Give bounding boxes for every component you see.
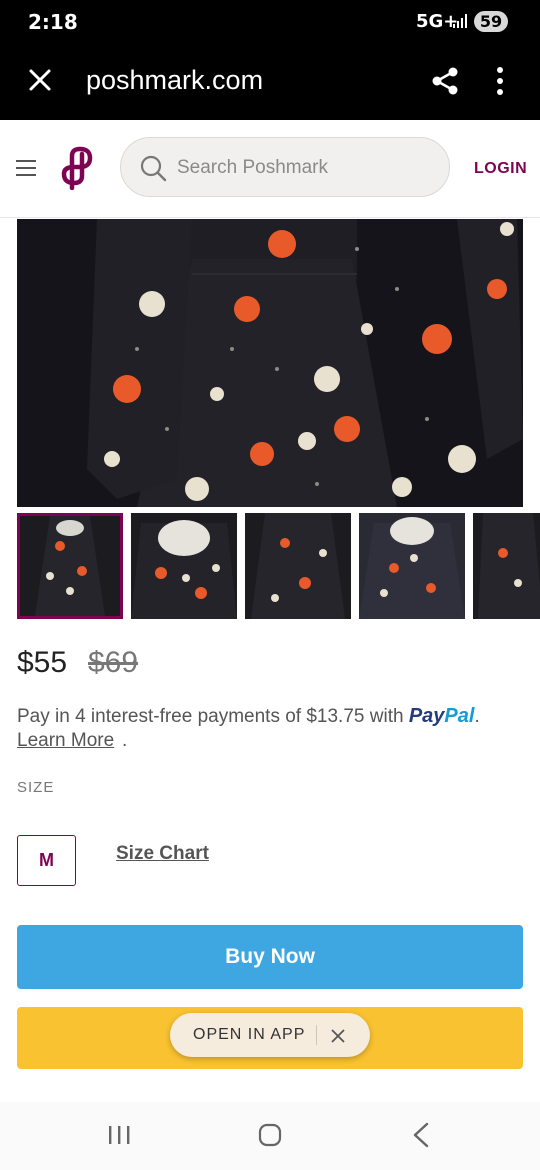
paypal-logo: PayPal [408, 705, 475, 727]
thumbnail-strip [17, 513, 540, 619]
search-icon [140, 155, 167, 182]
close-icon[interactable] [330, 1028, 346, 1044]
thumbnail-5[interactable] [473, 513, 540, 619]
search-input[interactable] [177, 152, 437, 184]
thumbnail-3[interactable] [245, 513, 351, 619]
dress-photo [17, 219, 523, 507]
back-icon[interactable] [412, 1122, 430, 1148]
browser-toolbar: poshmark.com [0, 44, 540, 120]
learn-more-period: . [122, 730, 128, 751]
learn-more-link[interactable]: Learn More [17, 730, 114, 752]
status-bar: 2:18 5G+ 59 [0, 0, 540, 44]
size-heading: SIZE [17, 779, 55, 796]
search-box[interactable] [120, 137, 450, 197]
buy-now-button[interactable]: Buy Now [17, 925, 523, 989]
system-nav-bar [0, 1102, 540, 1170]
status-time: 2:18 [28, 10, 78, 34]
installment-text: Pay in 4 interest-free payments of $13.7… [17, 706, 409, 727]
current-price: $55 [17, 646, 68, 679]
more-vert-icon[interactable] [490, 66, 510, 96]
hamburger-icon[interactable] [16, 159, 36, 177]
share-icon[interactable] [430, 66, 460, 96]
original-price: $69 [88, 646, 139, 679]
size-option-m[interactable]: M [17, 835, 76, 886]
open-in-app-label[interactable]: OPEN IN APP [193, 1026, 305, 1044]
close-icon[interactable] [26, 66, 54, 94]
open-in-app-pill[interactable]: OPEN IN APP [170, 1013, 370, 1057]
battery-level: 59 [474, 11, 508, 32]
thumbnail-1[interactable] [17, 513, 123, 619]
home-icon[interactable] [258, 1123, 282, 1147]
recent-apps-icon[interactable] [106, 1124, 132, 1146]
login-link[interactable]: LOGIN [474, 160, 527, 178]
product-main-image[interactable] [17, 219, 523, 507]
size-chart-link[interactable]: Size Chart [116, 843, 209, 865]
thumbnail-4[interactable] [359, 513, 465, 619]
poshmark-logo[interactable] [58, 146, 98, 190]
thumbnail-2[interactable] [131, 513, 237, 619]
pill-divider [316, 1025, 317, 1045]
url-text[interactable]: poshmark.com [86, 65, 263, 96]
signal-icon [453, 14, 467, 28]
installment-info: Pay in 4 interest-free payments of $13.7… [17, 705, 480, 727]
site-header: LOGIN [0, 120, 540, 218]
